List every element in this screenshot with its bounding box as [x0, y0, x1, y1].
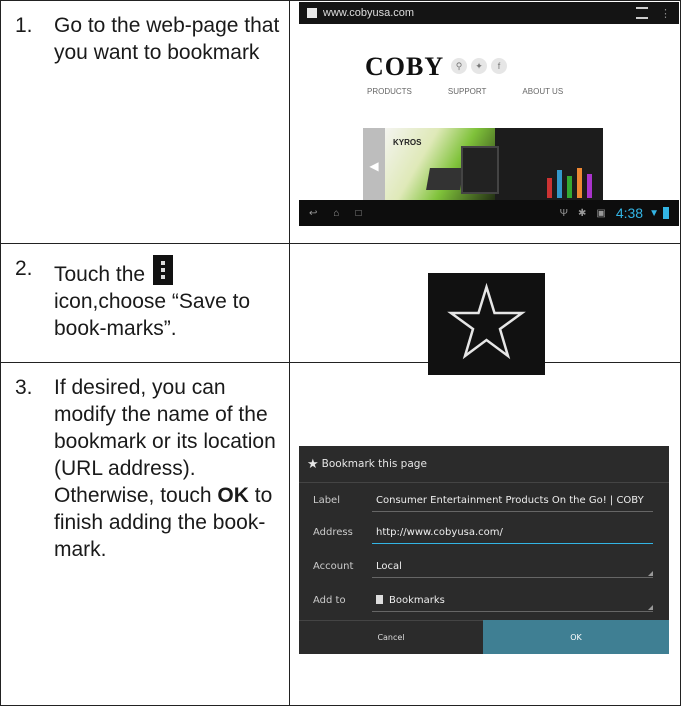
add-to-select[interactable]: Bookmarks: [376, 595, 649, 606]
label-field[interactable]: Consumer Entertainment Products On the G…: [376, 495, 649, 506]
step-2-text-before: Touch the: [54, 263, 146, 286]
add-to-dropdown-icon[interactable]: [648, 605, 653, 610]
dialog-title: Bookmark this page: [321, 458, 427, 470]
tab-icon: [307, 8, 317, 18]
tabs-icon[interactable]: [636, 7, 648, 19]
battery-icon: [663, 207, 669, 219]
banner-prev-arrow-icon[interactable]: ◀: [363, 128, 385, 204]
menu-icon: [152, 255, 173, 285]
overflow-menu-icon[interactable]: ⋮: [660, 7, 671, 20]
bookmark-dialog: ★ Bookmark this page Label Consumer Ente…: [299, 446, 669, 654]
step-1-cell: 1. Go to the web-page that you want to b…: [0, 0, 291, 244]
dialog-buttons: Cancel OK: [299, 620, 669, 654]
account-select[interactable]: Local: [376, 561, 649, 572]
step-2-text: Touch the icon,choose “Save to book-mark…: [54, 255, 281, 342]
bookmark-star-icon: [428, 273, 545, 375]
account-field-row: Account Local: [299, 552, 669, 580]
notification-icon: ▣: [596, 207, 606, 219]
social-icons: ⚲ ✦ f: [451, 58, 507, 74]
headphones-image: [543, 138, 601, 198]
browser-url-bar[interactable]: www.cobyusa.com ⋮: [299, 2, 679, 24]
step-3-ok-bold: OK: [217, 484, 249, 507]
coby-logo[interactable]: COBY: [365, 52, 444, 82]
wifi-icon: ▼: [649, 207, 659, 219]
add-to-value: Bookmarks: [389, 595, 445, 606]
promo-banner[interactable]: ◀ KYROS: [363, 128, 603, 204]
site-nav: PRODUCTS SUPPORT ABOUT US: [367, 87, 563, 96]
add-to-field-label: Add to: [313, 595, 346, 606]
step-3-text: If desired, you can modify the name of t…: [54, 374, 281, 563]
android-nav-bar: ↩ ⌂ □ Ψ ✱ ▣ 4:38 ▼: [299, 200, 679, 226]
cancel-button[interactable]: Cancel: [299, 620, 483, 654]
address-field-label: Address: [313, 527, 353, 538]
clock: 4:38: [615, 205, 644, 221]
search-icon[interactable]: ⚲: [451, 58, 467, 74]
address-field[interactable]: http://www.cobyusa.com/: [376, 527, 649, 538]
step-2-number: 2.: [15, 257, 33, 280]
account-dropdown-icon[interactable]: [648, 571, 653, 576]
recent-apps-icon[interactable]: □: [355, 208, 361, 219]
debug-icon: ✱: [578, 207, 587, 219]
url-text[interactable]: www.cobyusa.com: [323, 7, 414, 19]
nav-about[interactable]: ABOUT US: [522, 87, 563, 96]
step-3-cell: 3. If desired, you can modify the name o…: [0, 362, 291, 706]
facebook-icon[interactable]: f: [491, 58, 507, 74]
twitter-icon[interactable]: ✦: [471, 58, 487, 74]
dialog-title-bar: ★ Bookmark this page: [299, 446, 669, 483]
label-field-row: Label Consumer Entertainment Products On…: [299, 486, 669, 514]
address-field-row: Address http://www.cobyusa.com/: [299, 518, 669, 546]
back-icon[interactable]: ↩: [309, 208, 317, 219]
nav-products[interactable]: PRODUCTS: [367, 87, 412, 96]
step-3-number: 3.: [15, 376, 33, 399]
step-2-text-after: icon,choose “Save to book-marks”.: [54, 290, 251, 340]
step-1-text: Go to the web-page that you want to book…: [54, 14, 280, 64]
ok-button[interactable]: OK: [483, 620, 669, 654]
nav-support[interactable]: SUPPORT: [448, 87, 487, 96]
star-icon: ★: [307, 456, 319, 472]
add-to-field-row: Add to Bookmarks: [299, 586, 669, 614]
account-field-label: Account: [313, 561, 354, 572]
web-page-content: COBY ⚲ ✦ f PRODUCTS SUPPORT ABOUT US ◀ K…: [299, 24, 679, 204]
home-icon[interactable]: ⌂: [333, 208, 339, 219]
usb-icon: Ψ: [559, 207, 568, 219]
step-1-number: 1.: [15, 14, 33, 37]
bookmarks-folder-icon: [376, 595, 383, 604]
tablet-image: [426, 168, 464, 190]
banner-title: KYROS: [393, 138, 422, 147]
tablet-image-2: [461, 146, 499, 194]
browser-screenshot: www.cobyusa.com ⋮ COBY ⚲ ✦ f PRODUCTS SU…: [299, 2, 679, 226]
step-2-cell: 2. Touch the icon,choose “Save to book-m…: [0, 243, 291, 363]
label-field-label: Label: [313, 495, 340, 506]
